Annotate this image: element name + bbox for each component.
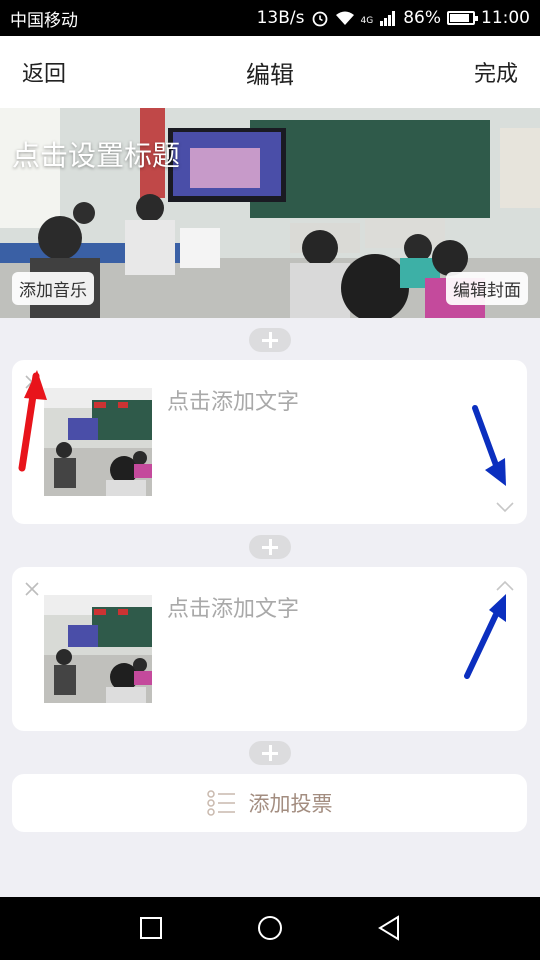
network-speed: 13B/s bbox=[256, 8, 305, 28]
signal-icon bbox=[380, 11, 396, 26]
classroom-thumbnail bbox=[44, 388, 152, 496]
add-vote-label: 添加投票 bbox=[248, 792, 333, 816]
close-icon[interactable] bbox=[24, 581, 40, 597]
list-icon bbox=[206, 790, 235, 816]
chevron-down-icon[interactable] bbox=[495, 500, 515, 514]
home-icon[interactable] bbox=[255, 913, 285, 943]
insert-section-button[interactable] bbox=[249, 328, 291, 352]
close-icon[interactable] bbox=[24, 374, 40, 390]
card-image[interactable] bbox=[44, 595, 152, 703]
cover-title[interactable]: 点击设置标题 bbox=[12, 134, 180, 174]
page-title: 编辑 bbox=[246, 60, 294, 89]
edit-cover-button[interactable]: 编辑封面 bbox=[446, 272, 528, 305]
battery-icon bbox=[447, 11, 478, 25]
header-bar: 返回 编辑 完成 bbox=[0, 36, 540, 108]
status-bar: 中国移动 13B/s 4G 86% 11:00 bbox=[0, 0, 540, 36]
content-card: 点击添加文字 bbox=[12, 360, 527, 524]
insert-section-button[interactable] bbox=[249, 535, 291, 559]
clock: 11:00 bbox=[481, 8, 530, 28]
network-type: 4G bbox=[360, 16, 374, 26]
add-text-field[interactable]: 点击添加文字 bbox=[167, 591, 299, 623]
alarm-icon bbox=[312, 11, 327, 27]
chevron-up-icon[interactable] bbox=[495, 579, 515, 593]
back-icon[interactable] bbox=[374, 913, 404, 943]
insert-section-button[interactable] bbox=[249, 741, 291, 765]
recent-apps-icon[interactable] bbox=[136, 913, 166, 943]
add-text-field[interactable]: 点击添加文字 bbox=[167, 384, 299, 416]
add-music-button[interactable]: 添加音乐 bbox=[12, 272, 94, 305]
wifi-icon bbox=[335, 11, 354, 25]
content-card: 点击添加文字 bbox=[12, 567, 527, 731]
battery-percent: 86% bbox=[403, 8, 441, 28]
carrier-label: 中国移动 bbox=[10, 10, 78, 31]
classroom-thumbnail bbox=[44, 595, 152, 703]
cover-image[interactable]: 点击设置标题 添加音乐 编辑封面 bbox=[0, 108, 540, 318]
done-button[interactable]: 完成 bbox=[474, 56, 518, 88]
back-button[interactable]: 返回 bbox=[22, 56, 66, 88]
system-nav-bar bbox=[0, 897, 540, 960]
add-vote-button[interactable]: 添加投票 bbox=[12, 774, 527, 832]
card-image[interactable] bbox=[44, 388, 152, 496]
